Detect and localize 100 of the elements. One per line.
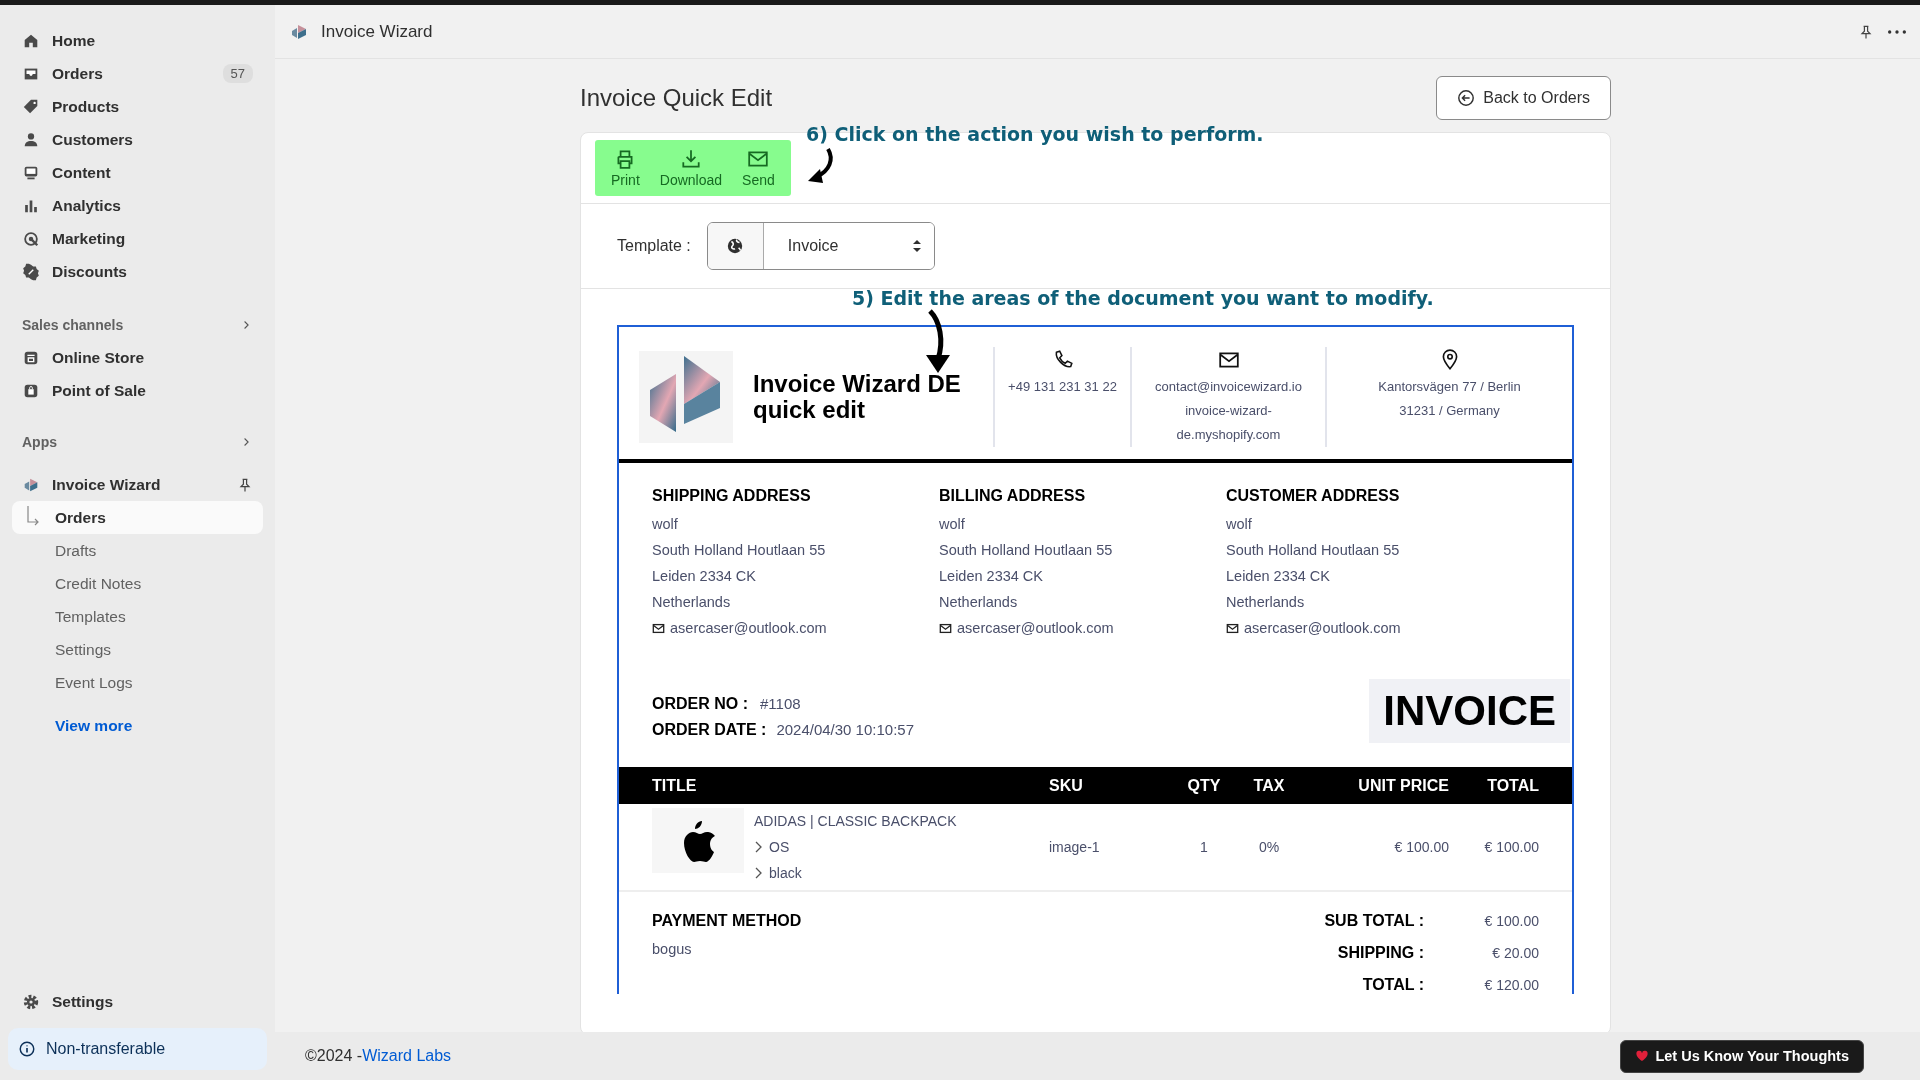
address-line: Leiden 2334 CK [1226,567,1331,586]
order-label: ORDER DATE : [652,720,767,740]
address-line: Netherlands [1226,593,1306,612]
nav-item[interactable]: Analytics [12,189,263,222]
feedback-button[interactable]: Let Us Know Your Thoughts [1620,1039,1864,1073]
channel-item[interactable]: Online Store [12,341,263,374]
arrow-left-circle-icon [1457,89,1476,107]
order-value: #1108 [760,694,801,714]
address-line: Leiden 2334 CK [939,567,1044,586]
total-label: SHIPPING : [1336,944,1424,962]
customer-email: asercaser@outlook.com [957,619,1114,638]
app-title: Invoice Wizard [321,21,433,42]
address-line: wolf [939,515,966,534]
template-select[interactable]: Invoice [706,222,935,270]
back-button[interactable]: Back to Orders [1436,76,1611,120]
order-value: 2024/04/30 10:10:57 [776,720,914,740]
globe-icon [726,237,745,255]
badge-icon [22,262,40,281]
total-value: € 100.00 [1483,913,1539,929]
column-header: TOTAL [1486,776,1539,795]
sub-nav-item[interactable]: Event Logs [12,666,263,699]
person-icon [22,130,40,149]
address-line: Netherlands [652,593,732,612]
nav-item[interactable]: Orders 57 [12,57,263,90]
address-heading: SHIPPING ADDRESS [652,487,812,505]
chevron-right-icon [754,841,763,853]
column-header: TITLE [652,776,698,795]
payment-method: bogus [652,940,693,959]
mail-icon [939,621,952,635]
template-label: Template : [617,237,691,255]
action-button[interactable]: Print [603,148,648,188]
nav-item[interactable]: Marketing [12,222,263,255]
table-cell-text: € 100.00 [1393,839,1449,855]
phone-number: +49 131 231 31 22 [1008,378,1117,396]
address-line: South Holland Houtlaan 55 [1226,541,1401,560]
channel-item[interactable]: Point of Sale [12,374,263,407]
action-button[interactable]: Download [651,148,731,188]
mail-icon [1226,621,1239,635]
address-heading: BILLING ADDRESS [939,487,1087,505]
pin-icon [1858,23,1874,40]
settings-item[interactable]: Settings [12,985,263,1018]
annotation-text: 5) Edit the areas of the document you want to modify. [852,287,1434,309]
total-value: € 20.00 [1491,945,1539,961]
annotation-text: 6) Click on the action you wish to perform. [806,123,1264,145]
table-cell-text: image-1 [1049,839,1101,855]
address-line: Netherlands [939,593,1019,612]
count-badge: 57 [222,64,253,83]
nav-item[interactable]: Discounts [12,255,263,288]
address-heading: CUSTOMER ADDRESS [1226,487,1401,505]
sub-nav-item[interactable]: Settings [12,633,263,666]
sort-caret-icon [911,239,922,253]
address-line: wolf [652,515,679,534]
gear-icon [22,992,40,1011]
table-cell-text: € 100.00 [1483,839,1539,855]
nav-item[interactable]: Products [12,90,263,123]
footer-link[interactable]: Wizard Labs [362,1047,452,1065]
address-line: South Holland Houtlaan 55 [939,541,1114,560]
company-address: 31231 / Germany [1398,402,1501,420]
address-line: Leiden 2334 CK [652,567,757,586]
table-cell-text: 0% [1257,839,1281,855]
store-website: invoice-wizard-de.myshopify.com [1175,402,1282,444]
nav-item[interactable]: Home [12,24,263,57]
mail-icon [652,621,665,635]
column-header: QTY [1186,776,1222,795]
target-icon [22,229,40,248]
app-item[interactable]: Invoice Wizard [12,468,263,501]
sub-nav-item[interactable]: Drafts [12,534,263,567]
copyright-text: ©2024 - [305,1047,363,1065]
total-label: SUB TOTAL : [1324,912,1424,930]
sub-nav-item[interactable]: Credit Notes [12,567,263,600]
sub-nav-item[interactable]: Templates [12,600,263,633]
company-name[interactable]: Invoice Wizard DE quick edit [753,370,978,424]
column-header: SKU [1049,776,1084,795]
total-label: TOTAL : [1361,976,1424,994]
download-icon [679,148,702,170]
company-address: Kantorsvägen 77 / Berlin [1378,378,1521,396]
nav-item[interactable]: Content [12,156,263,189]
heart-icon [1635,1049,1650,1063]
total-value: € 120.00 [1483,977,1539,993]
order-label: ORDER NO : [652,694,748,714]
column-header: TAX [1252,776,1286,795]
pin-icon [237,476,253,493]
info-icon [18,1040,36,1058]
address-line: wolf [1226,515,1253,534]
sub-nav-item[interactable]: Orders [12,501,263,534]
page-title: Invoice Quick Edit [580,84,773,112]
customer-email: asercaser@outlook.com [1244,619,1401,638]
action-button[interactable]: Send [734,148,783,188]
section-heading[interactable]: Apps [12,425,263,458]
address-line: South Holland Houtlaan 55 [652,541,827,560]
section-heading[interactable]: Sales channels [12,308,263,341]
nav-item[interactable]: Customers [12,123,263,156]
tag-icon [22,97,40,116]
chevron-right-icon [754,867,763,879]
notice-banner: Non-transferable [8,1028,267,1070]
company-email: contact@invoicewizard.io [1155,378,1302,396]
column-header: UNIT PRICE [1357,776,1449,795]
table-cell-text: 1 [1199,839,1209,855]
payment-heading: PAYMENT METHOD [652,912,802,930]
view-more-link[interactable]: View more [12,709,263,742]
